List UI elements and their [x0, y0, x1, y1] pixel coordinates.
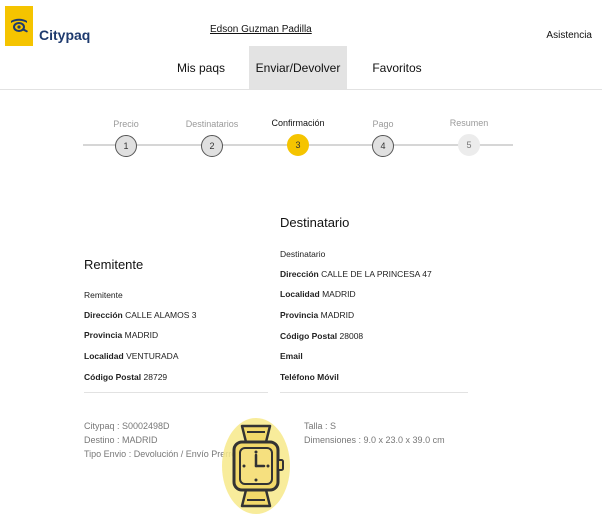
remitente-divider — [84, 392, 268, 393]
brand-name: Citypaq — [39, 27, 91, 43]
remitente-provincia: Provincia MADRID — [84, 330, 159, 340]
step-label: Destinatarios — [185, 119, 239, 129]
summary-dimensiones: Dimensiones : 9.0 x 23.0 x 39.0 cm — [304, 435, 445, 445]
destinatario-direccion: Dirección CALLE DE LA PRINCESA 47 — [280, 269, 432, 279]
user-name-link[interactable]: Edson Guzman Padilla — [210, 24, 312, 35]
summary-destino: Destino : MADRID — [84, 435, 158, 445]
destinatario-title: Destinatario — [280, 215, 350, 230]
correos-logo[interactable] — [5, 6, 33, 46]
step-number: 4 — [372, 135, 394, 157]
destinatario-email: Email — [280, 351, 303, 361]
step-destinatarios[interactable]: Destinatarios 2 — [172, 117, 252, 157]
step-resumen[interactable]: Resumen 5 — [429, 116, 509, 156]
step-label: Resumen — [449, 118, 489, 128]
step-precio[interactable]: Precio 1 — [86, 117, 166, 157]
destinatario-localidad: Localidad MADRID — [280, 289, 356, 299]
step-number: 5 — [458, 134, 480, 156]
summary-citypaq: Citypaq : S0002498D — [84, 421, 170, 431]
remitente-title: Remitente — [84, 257, 144, 272]
remitente-codigo-postal: Código Postal 28729 — [84, 372, 168, 382]
watch-icon — [222, 418, 290, 514]
step-confirmacion[interactable]: Confirmación 3 — [258, 116, 338, 156]
destinatario-provincia: Provincia MADRID — [280, 310, 355, 320]
tab-mis-paqs[interactable]: Mis paqs — [165, 46, 237, 90]
step-pago[interactable]: Pago 4 — [343, 117, 423, 157]
step-label: Pago — [372, 119, 394, 129]
step-label: Precio — [113, 119, 139, 129]
tab-favoritos[interactable]: Favoritos — [361, 46, 433, 90]
destinatario-telefono: Teléfono Móvil — [280, 372, 339, 382]
tab-enviar-devolver[interactable]: Enviar/Devolver — [249, 46, 347, 90]
step-number: 2 — [201, 135, 223, 157]
remitente-name-label: Remitente — [84, 290, 123, 300]
step-label: Confirmación — [271, 118, 325, 128]
step-number: 3 — [287, 134, 309, 156]
post-horn-icon — [11, 18, 28, 33]
remitente-localidad: Localidad VENTURADA — [84, 351, 179, 361]
summary-talla: Talla : S — [304, 421, 337, 431]
destinatario-codigo-postal: Código Postal 28008 — [280, 331, 364, 341]
help-link[interactable]: Asistencia — [546, 30, 592, 41]
destinatario-divider — [280, 392, 468, 393]
remitente-direccion: Dirección CALLE ALAMOS 3 — [84, 310, 197, 320]
step-number: 1 — [115, 135, 137, 157]
nav-divider — [0, 89, 602, 90]
destinatario-name-label: Destinatario — [280, 249, 326, 259]
